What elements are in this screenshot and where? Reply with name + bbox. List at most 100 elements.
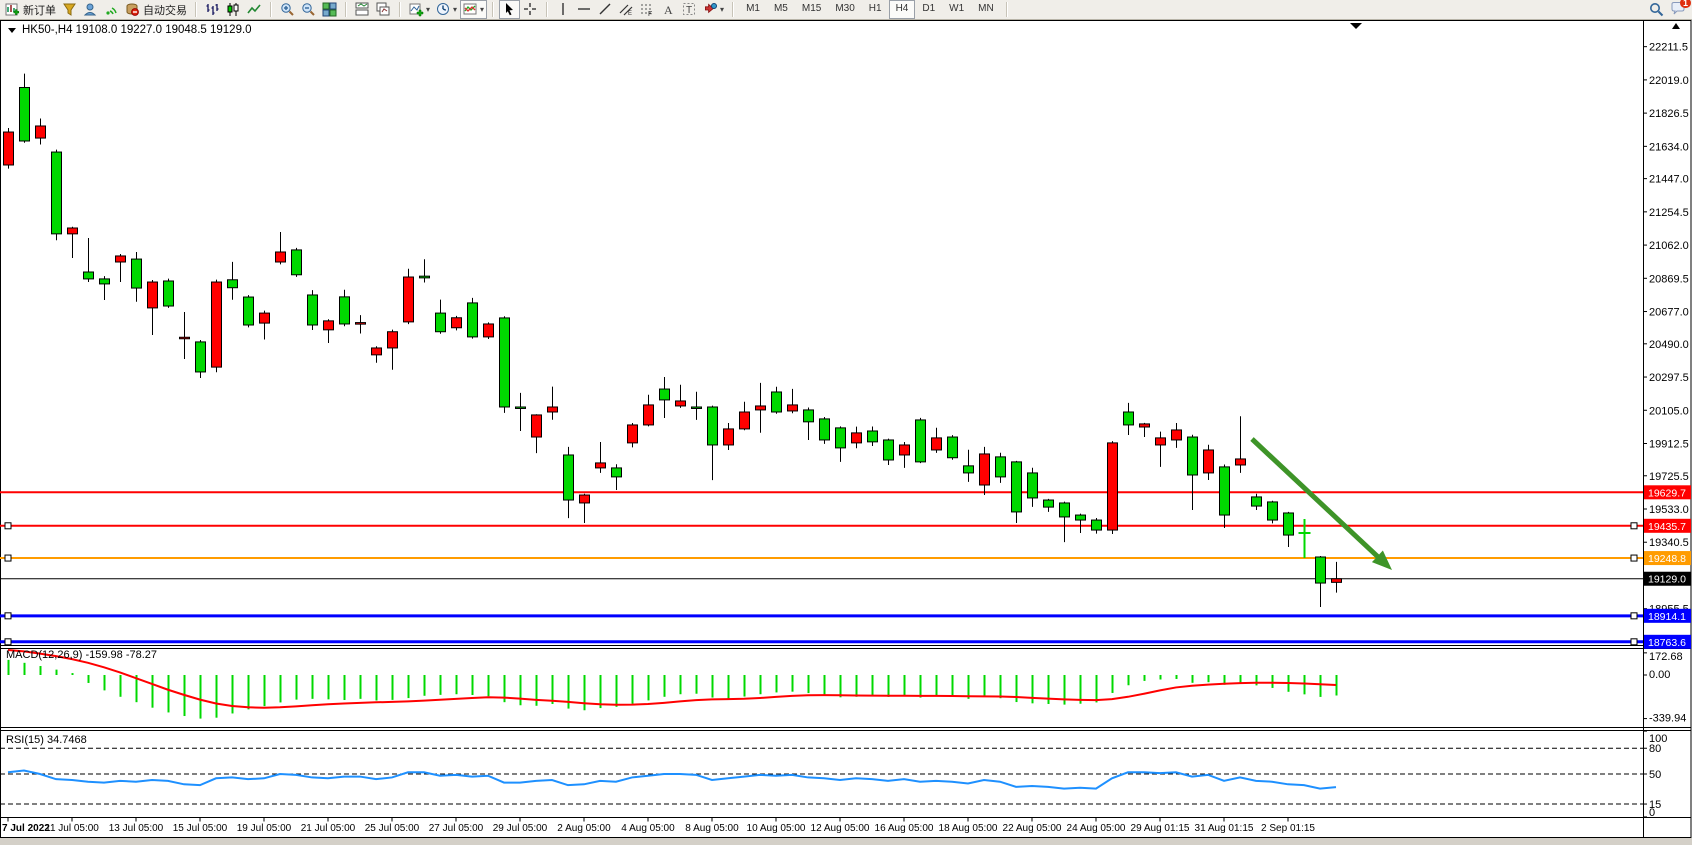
time-tick-label: 31 Aug 01:15 (1195, 823, 1254, 834)
price-tick-label: 21062.0 (1649, 240, 1689, 252)
time-tick-label: 27 Jul 05:00 (429, 823, 484, 834)
timeframe-button-mn[interactable]: MN (971, 0, 1001, 19)
cascade-button[interactable] (373, 0, 394, 19)
price-tick-label: 20297.5 (1649, 372, 1689, 384)
line-selection-handle[interactable] (5, 555, 11, 561)
fibonacci-button[interactable]: F (637, 0, 658, 19)
line-selection-handle[interactable] (5, 523, 11, 529)
line-chart-button[interactable] (244, 0, 265, 19)
bar-chart-button[interactable] (202, 0, 223, 19)
timeframe-button-d1[interactable]: D1 (915, 0, 942, 19)
toolbar-separator (732, 2, 734, 17)
crosshair-button[interactable] (520, 0, 541, 19)
new-chart-button[interactable]: ▾ (406, 0, 433, 19)
text-label-button[interactable]: T (679, 0, 700, 19)
arrows-button[interactable]: ▾ (700, 0, 727, 19)
vertical-line-button[interactable] (553, 0, 574, 19)
notifications-button[interactable]: 1 (1667, 0, 1688, 19)
cursor-icon (502, 2, 517, 17)
candle (1172, 430, 1182, 440)
candle (660, 389, 670, 400)
new-order-button[interactable]: 新订单 (2, 0, 59, 19)
line-selection-handle[interactable] (1631, 613, 1637, 619)
tile-windows-button[interactable] (319, 0, 340, 19)
candle (1220, 467, 1230, 515)
toolbar-separator (492, 2, 494, 17)
timeframe-button-w1[interactable]: W1 (942, 0, 971, 19)
candle (404, 277, 414, 322)
indicators-button[interactable]: ▾ (460, 0, 487, 19)
toolbar-separator (546, 2, 548, 17)
time-tick-label: 19 Jul 05:00 (237, 823, 292, 834)
timeframe-button-m30[interactable]: M30 (828, 0, 861, 19)
horizontal-line-button[interactable] (574, 0, 595, 19)
time-tick-label: 29 Aug 01:15 (1131, 823, 1190, 834)
price-tag-label: 19435.7 (1648, 521, 1686, 533)
time-tick-label: 21 Jul 05:00 (301, 823, 356, 834)
timeframe-button-m1[interactable]: M1 (739, 0, 767, 19)
chart-canvas[interactable]: HK50-,H4 19108.0 19227.0 19048.5 19129.0… (0, 0, 1692, 845)
funnel-icon (62, 2, 77, 17)
time-tick-label: 24 Aug 05:00 (1067, 823, 1126, 834)
candle (804, 410, 814, 422)
zoom-in-button[interactable] (277, 0, 298, 19)
vline-icon (556, 2, 571, 17)
price-tick-label: 19340.5 (1649, 537, 1689, 549)
timeframe-button-h4[interactable]: H4 (889, 0, 916, 19)
timeframe-button-m5[interactable]: M5 (767, 0, 795, 19)
line-selection-handle[interactable] (5, 613, 11, 619)
candle (628, 425, 638, 443)
candle (580, 495, 590, 503)
text-button[interactable]: A (658, 0, 679, 19)
line-selection-handle[interactable] (1631, 523, 1637, 529)
style-button[interactable] (59, 0, 80, 19)
timeframe-button-h1[interactable]: H1 (862, 0, 889, 19)
toolbar-separator (195, 2, 197, 17)
macd-scale-label: 172.68 (1649, 651, 1683, 663)
price-tag-label: 19629.7 (1648, 487, 1686, 499)
dropdown-caret-icon[interactable]: ▾ (426, 5, 430, 14)
candle (564, 455, 574, 500)
periods-button[interactable]: ▾ (433, 0, 460, 19)
trendline-button[interactable] (595, 0, 616, 19)
arrange-windows-icon (355, 2, 370, 17)
time-tick-label: 25 Jul 05:00 (365, 823, 420, 834)
profile-icon (83, 2, 98, 17)
signal-icon (104, 2, 119, 17)
candle (676, 401, 686, 406)
svg-text:F: F (648, 11, 652, 17)
price-tag-label: 18914.1 (1648, 611, 1686, 623)
candle (1076, 515, 1086, 520)
line-selection-handle[interactable] (5, 639, 11, 645)
auto-trading-button[interactable]: 自动交易 (122, 0, 190, 19)
candle (1028, 473, 1038, 498)
dropdown-caret-icon[interactable]: ▾ (453, 5, 457, 14)
signals-button[interactable] (101, 0, 122, 19)
candle (596, 463, 606, 468)
tile-windows-icon (322, 2, 337, 17)
cursor-button[interactable] (499, 0, 520, 19)
auto-arrange-button[interactable] (352, 0, 373, 19)
candle (452, 318, 462, 328)
candle (180, 337, 190, 339)
chart-background (0, 0, 1692, 845)
price-tick-label: 22019.0 (1649, 75, 1689, 87)
dropdown-caret-icon[interactable]: ▾ (480, 5, 484, 14)
candle (1236, 459, 1246, 465)
mt4-application: HK50-,H4 19108.0 19227.0 19048.5 19129.0… (0, 0, 1692, 845)
timeframe-button-m15[interactable]: M15 (795, 0, 828, 19)
time-tick-label: 29 Jul 05:00 (493, 823, 548, 834)
line-selection-handle[interactable] (1631, 639, 1637, 645)
zoom-out-button[interactable] (298, 0, 319, 19)
profile-button[interactable] (80, 0, 101, 19)
dropdown-caret-icon[interactable]: ▾ (720, 5, 724, 14)
search-button[interactable] (1646, 0, 1667, 19)
candle (1108, 443, 1118, 530)
candle (292, 250, 302, 275)
equidistant-channel-button[interactable]: E (616, 0, 637, 19)
candle-chart-button[interactable] (223, 0, 244, 19)
rsi-scale-label: 80 (1649, 743, 1661, 755)
line-selection-handle[interactable] (1631, 555, 1637, 561)
candle (276, 252, 286, 262)
time-tick-label: 18 Aug 05:00 (939, 823, 998, 834)
